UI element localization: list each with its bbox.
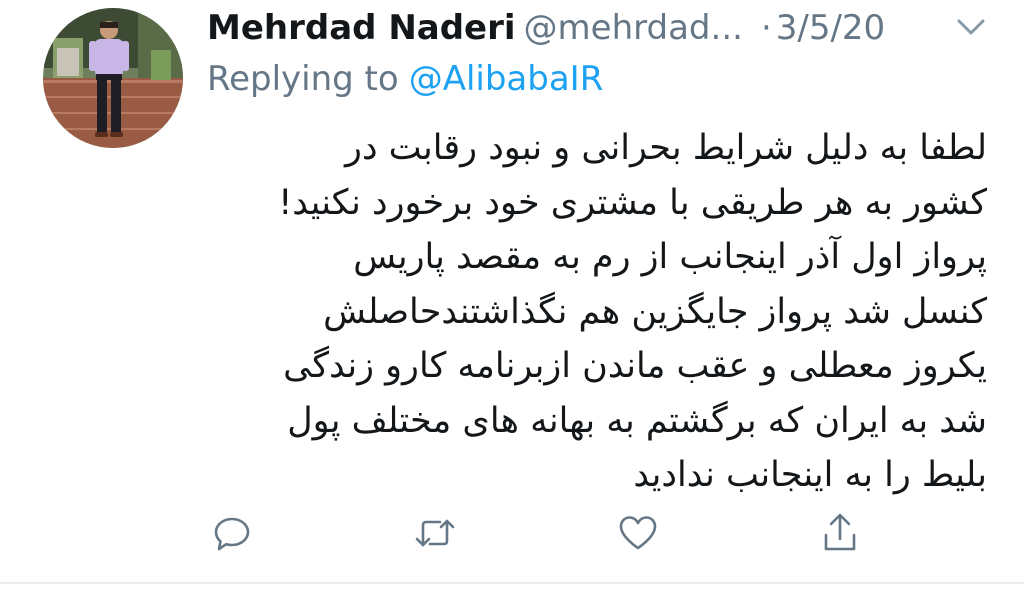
share-icon (824, 513, 856, 551)
reply-button[interactable] (207, 508, 257, 558)
profile-photo-icon (43, 8, 183, 148)
chevron-down-icon[interactable] (953, 14, 989, 40)
tweet[interactable]: Mehrdad Naderi @mehrdad... · 3/5/20 Replyin… (0, 0, 1024, 591)
reply-context: Replying to @AlibabaIR (207, 55, 603, 103)
tweet-text-line: لطفا به دلیل شرایط بحرانی و نبود رقابت د… (345, 128, 987, 168)
reply-to-handle[interactable]: @AlibabaIR (409, 59, 604, 99)
retweet-icon (415, 519, 455, 547)
tweet-header: Mehrdad Naderi @mehrdad... · 3/5/20 (207, 4, 1007, 52)
divider (0, 582, 1024, 584)
tweet-text-line: کنسل شد پرواز جایگزین هم نگذاشتندحاصلش (323, 291, 987, 332)
date-separator: · (760, 8, 772, 48)
display-name[interactable]: Mehrdad Naderi (207, 8, 516, 48)
tweet-text-line: شد به ایران که برگشتم به بهانه های مختلف… (287, 400, 987, 441)
retweet-button[interactable] (410, 508, 460, 558)
tweet-text-line: یکروز معطلی و عقب ماندن ازبرنامه کارو زن… (283, 346, 987, 386)
reply-icon (214, 517, 250, 551)
heart-icon (619, 516, 657, 550)
reply-prefix: Replying to (207, 59, 399, 99)
tweet-text: لطفا به دلیل شرایط بحرانی و نبود رقابت د… (207, 121, 987, 503)
tweet-text-line: بلیط را به اینجانب ندادید (633, 455, 987, 495)
tweet-text-line: کشور به هر طریقی با مشتری خود برخورد نکن… (278, 182, 987, 223)
avatar[interactable] (43, 8, 183, 148)
user-handle[interactable]: @mehrdad... (524, 8, 743, 48)
tweet-date[interactable]: 3/5/20 (776, 8, 885, 48)
like-button[interactable] (613, 508, 663, 558)
tweet-text-line: پرواز اول آذر اینجانب از رم به مقصد پاری… (353, 237, 987, 277)
tweet-actions (0, 508, 1024, 558)
share-button[interactable] (815, 508, 865, 558)
